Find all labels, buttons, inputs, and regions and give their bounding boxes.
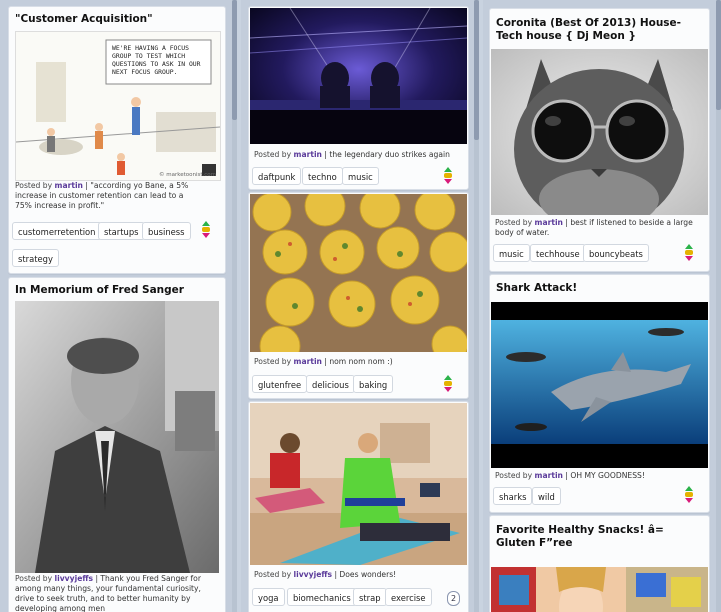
muffins-image[interactable] bbox=[250, 194, 467, 352]
downvote-arrow-icon[interactable] bbox=[444, 387, 452, 392]
tag-button[interactable]: daftpunk bbox=[252, 167, 302, 185]
tag-button[interactable]: yoga bbox=[252, 588, 285, 606]
username-link[interactable]: martin bbox=[535, 471, 563, 480]
pin-card-yoga[interactable]: Posted by livvyjeffs | Does wonders! yog… bbox=[248, 401, 469, 612]
pin-card-healthy-snacks[interactable]: Favorite Healthy Snacks! â= Gluten F”ree bbox=[489, 515, 710, 612]
portrait-photo bbox=[15, 301, 219, 573]
pin-card-muffins[interactable]: Posted by martin | nom nom nom :) gluten… bbox=[248, 192, 469, 399]
pin-title[interactable]: Favorite Healthy Snacks! â= Gluten F”ree bbox=[496, 524, 703, 550]
vote-icon[interactable] bbox=[200, 221, 212, 239]
cat-image[interactable] bbox=[491, 49, 708, 215]
pin-caption: Posted by martin | OH MY GOODNESS! bbox=[495, 471, 645, 480]
username-link[interactable]: livvyjeffs bbox=[55, 574, 93, 583]
pin-caption: Posted by martin | "according yo Bane, a… bbox=[15, 181, 189, 210]
shark-photo bbox=[491, 302, 708, 468]
vote-icon[interactable] bbox=[683, 486, 695, 504]
pin-title[interactable]: Coronita (Best Of 2013) House-Tech house… bbox=[496, 17, 703, 43]
yoga-image[interactable] bbox=[250, 403, 467, 565]
tag-button[interactable]: business bbox=[142, 222, 191, 240]
tag-button[interactable]: strap bbox=[353, 588, 387, 606]
middle-column-scrollbar[interactable] bbox=[474, 0, 479, 612]
downvote-arrow-icon[interactable] bbox=[685, 256, 693, 261]
right-column-scrollbar[interactable] bbox=[716, 0, 721, 612]
snacks-photo bbox=[491, 567, 708, 612]
pin-caption: Posted by livvyjeffs | Does wonders! bbox=[254, 570, 397, 579]
snacks-image[interactable] bbox=[491, 567, 708, 612]
shark-image[interactable] bbox=[491, 302, 708, 468]
tag-button[interactable]: delicious bbox=[306, 375, 355, 393]
pin-caption: Posted by livvyjeffs | Thank you Fred Sa… bbox=[15, 574, 201, 612]
pin-title[interactable]: "Customer Acquisition" bbox=[15, 13, 219, 26]
tag-button[interactable]: music bbox=[493, 244, 530, 262]
smiley-icon bbox=[685, 492, 693, 497]
pin-caption: Posted by martin | the legendary duo str… bbox=[254, 150, 450, 159]
upvote-arrow-icon[interactable] bbox=[685, 244, 693, 249]
pin-title[interactable]: In Memorium of Fred Sanger bbox=[15, 284, 219, 297]
cartoon-image[interactable]: WE'RE HAVING A FOCUS GROUP TO TEST WHICH… bbox=[15, 31, 221, 181]
pin-card-customer-acquisition[interactable]: "Customer Acquisition" WE'RE HAVING A FO bbox=[8, 6, 226, 274]
left-column-scrollbar[interactable] bbox=[232, 0, 237, 612]
username-link[interactable]: martin bbox=[294, 150, 322, 159]
tag-button[interactable]: techhouse bbox=[530, 244, 586, 262]
vote-icon[interactable] bbox=[442, 375, 454, 393]
username-link[interactable]: livvyjeffs bbox=[294, 570, 332, 579]
right-column: Coronita (Best Of 2013) House-Tech house… bbox=[483, 0, 721, 612]
cat-sunglasses-photo bbox=[491, 49, 708, 215]
scrollbar-thumb[interactable] bbox=[232, 0, 237, 120]
downvote-arrow-icon[interactable] bbox=[444, 179, 452, 184]
vote-icon[interactable] bbox=[683, 244, 695, 262]
tag-button[interactable]: exercise bbox=[385, 588, 432, 606]
scrollbar-thumb[interactable] bbox=[474, 0, 479, 140]
scrollbar-thumb[interactable] bbox=[716, 0, 721, 110]
pin-caption: Posted by martin | nom nom nom :) bbox=[254, 357, 393, 366]
username-link[interactable]: martin bbox=[55, 181, 83, 190]
middle-column: Posted by martin | the legendary duo str… bbox=[241, 0, 474, 612]
tag-button[interactable]: music bbox=[342, 167, 379, 185]
concert-photo bbox=[250, 8, 467, 144]
cartoon-speech-text: WE'RE HAVING A FOCUS GROUP TO TEST WHICH… bbox=[112, 44, 201, 76]
downvote-arrow-icon[interactable] bbox=[685, 498, 693, 503]
pin-title[interactable]: Shark Attack! bbox=[496, 282, 703, 295]
downvote-arrow-icon[interactable] bbox=[202, 233, 210, 238]
tag-button[interactable]: glutenfree bbox=[252, 375, 308, 393]
tag-button[interactable]: baking bbox=[353, 375, 394, 393]
muffins-photo bbox=[250, 194, 467, 352]
smiley-icon bbox=[444, 381, 452, 386]
tag-button[interactable]: customerretention bbox=[12, 222, 102, 240]
tag-button[interactable]: sharks bbox=[493, 487, 533, 505]
username-link[interactable]: martin bbox=[535, 218, 563, 227]
pin-card-daftpunk[interactable]: Posted by martin | the legendary duo str… bbox=[248, 6, 469, 190]
left-column: "Customer Acquisition" WE'RE HAVING A FO bbox=[0, 0, 232, 612]
tag-button[interactable]: bouncybeats bbox=[583, 244, 649, 262]
username-link[interactable]: martin bbox=[294, 357, 322, 366]
vote-icon[interactable] bbox=[442, 167, 454, 185]
pin-card-coronita[interactable]: Coronita (Best Of 2013) House-Tech house… bbox=[489, 8, 710, 272]
pin-caption: Posted by martin | best if listened to b… bbox=[495, 218, 693, 237]
tag-button[interactable]: startups bbox=[98, 222, 145, 240]
portrait-image[interactable] bbox=[15, 301, 219, 573]
tag-button[interactable]: techno bbox=[302, 167, 343, 185]
upvote-arrow-icon[interactable] bbox=[444, 167, 452, 172]
upvote-arrow-icon[interactable] bbox=[202, 221, 210, 226]
tag-button[interactable]: biomechanics bbox=[287, 588, 357, 606]
smiley-icon bbox=[685, 250, 693, 255]
concert-image[interactable] bbox=[250, 8, 467, 144]
upvote-arrow-icon[interactable] bbox=[444, 375, 452, 380]
tag-button[interactable]: strategy bbox=[12, 249, 59, 267]
cartoon-watermark: © marketoonist.com bbox=[158, 172, 216, 178]
pin-card-shark-attack[interactable]: Shark Attack! Posted by martin | OH MY G… bbox=[489, 274, 710, 513]
smiley-icon bbox=[444, 173, 452, 178]
pin-card-fred-sanger[interactable]: In Memorium of Fred Sanger Posted by liv… bbox=[8, 277, 226, 612]
smiley-icon bbox=[202, 227, 210, 232]
comment-count-badge[interactable]: 2 bbox=[447, 591, 460, 606]
tag-button[interactable]: wild bbox=[532, 487, 561, 505]
yoga-photo bbox=[250, 403, 467, 565]
upvote-arrow-icon[interactable] bbox=[685, 486, 693, 491]
